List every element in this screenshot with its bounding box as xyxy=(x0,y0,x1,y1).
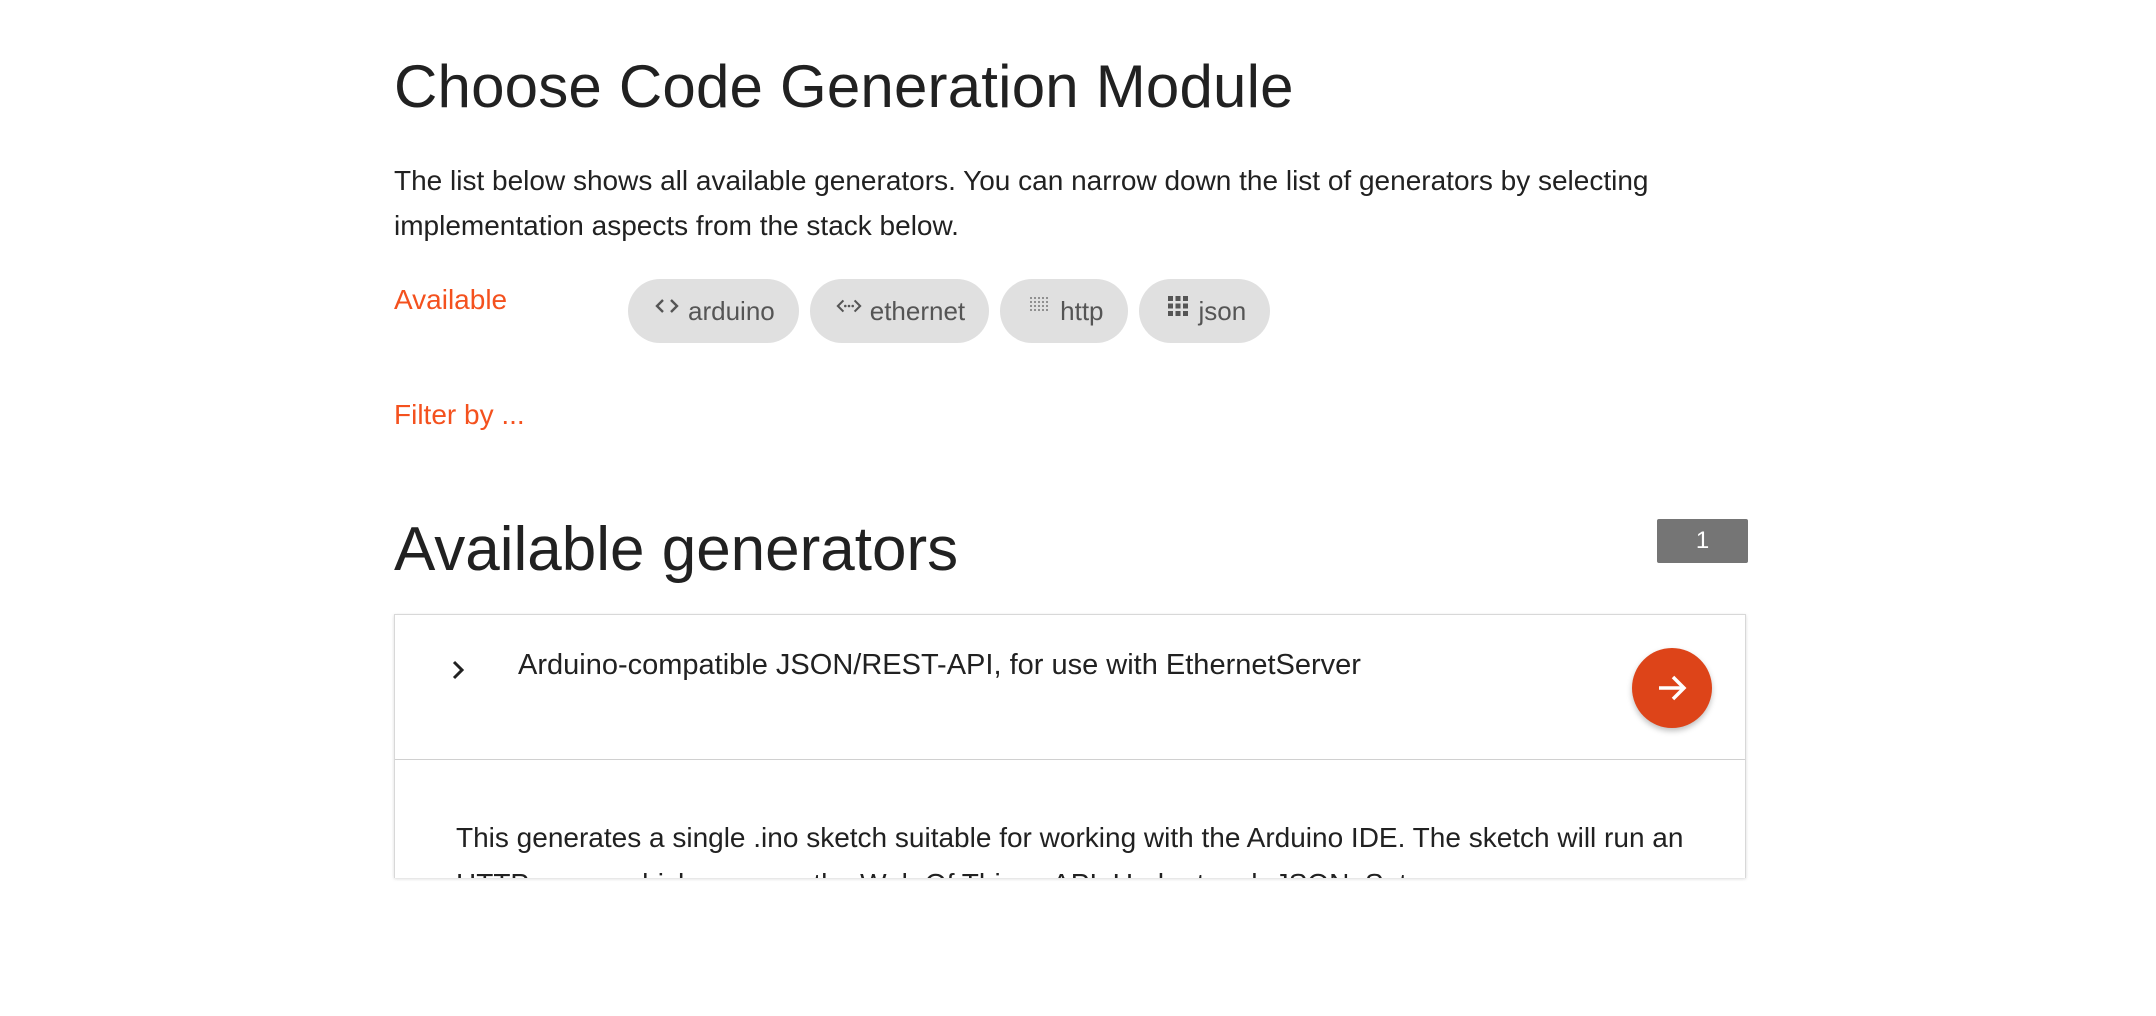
chevron-right-icon[interactable] xyxy=(443,655,473,685)
page: Choose Code Generation Module The list b… xyxy=(0,0,2156,1016)
intro-text: The list below shows all available gener… xyxy=(394,165,1649,241)
chip-label: http xyxy=(1060,295,1104,326)
count-badge: 1 xyxy=(1657,519,1748,563)
chip-label: arduino xyxy=(688,295,775,326)
generator-title: Arduino-compatible JSON/REST-API, for us… xyxy=(518,649,1361,681)
section-title: Available generators xyxy=(394,515,959,584)
arrow-right-icon xyxy=(1659,675,1687,701)
page-title: Choose Code Generation Module xyxy=(394,53,1294,120)
select-generator-button[interactable] xyxy=(1632,648,1712,728)
chip-label: json xyxy=(1198,295,1247,326)
generator-card-header[interactable]: Arduino-compatible JSON/REST-API, for us… xyxy=(395,615,1745,760)
available-label: Available xyxy=(394,284,508,315)
chip-label: ethernet xyxy=(869,295,966,326)
chip-ethernet[interactable]: ethernet xyxy=(809,279,990,343)
code-icon xyxy=(654,293,680,319)
chip-http[interactable]: http xyxy=(1000,279,1128,343)
generator-card: Arduino-compatible JSON/REST-API, for us… xyxy=(394,614,1746,878)
settings-ethernet-icon xyxy=(836,293,862,319)
chip-arduino[interactable]: arduino xyxy=(628,279,799,343)
available-chips: arduino ethernet http json xyxy=(628,279,1271,343)
apps-grid-icon xyxy=(1165,293,1191,319)
grid-dots-icon xyxy=(1026,293,1052,319)
filter-by-input[interactable]: Filter by ... xyxy=(394,399,525,431)
chip-json[interactable]: json xyxy=(1138,279,1271,343)
generator-description: This generates a single .ino sketch suit… xyxy=(456,822,1684,878)
